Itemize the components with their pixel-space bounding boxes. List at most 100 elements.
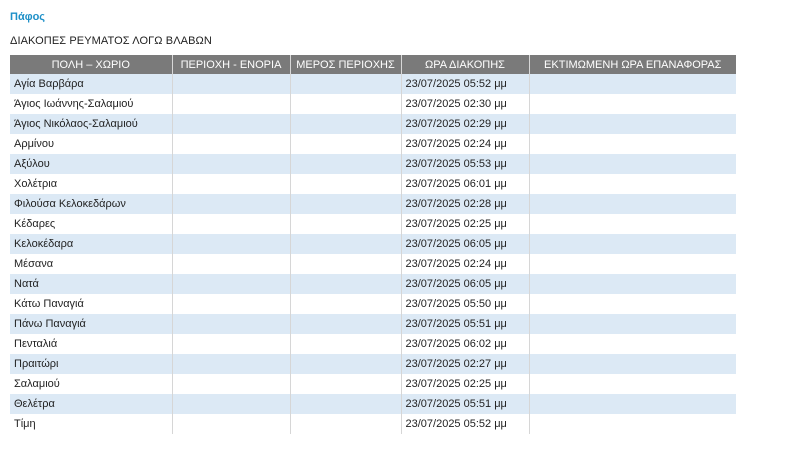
cell-village: Αρμίνου (10, 134, 173, 154)
cell-village: Αξύλου (10, 154, 173, 174)
cell-restore-time (529, 74, 736, 94)
cell-restore-time (529, 414, 736, 434)
cell-restore-time (529, 174, 736, 194)
cell-part (290, 354, 402, 374)
cell-restore-time (529, 234, 736, 254)
table-header: ΠΟΛΗ – ΧΩΡΙΟ ΠΕΡΙΟΧΗ - ΕΝΟΡΙΑ ΜΕΡΟΣ ΠΕΡΙ… (10, 55, 736, 74)
cell-outage-time: 23/07/2025 02:29 μμ (401, 114, 530, 134)
cell-area (172, 314, 291, 334)
table-row: Σαλαμιού 23/07/2025 02:25 μμ (10, 374, 736, 394)
table-row: Κελοκέδαρα 23/07/2025 06:05 μμ (10, 234, 736, 254)
cell-part (290, 294, 402, 314)
cell-outage-time: 23/07/2025 02:24 μμ (401, 254, 530, 274)
cell-outage-time: 23/07/2025 02:24 μμ (401, 134, 530, 154)
cell-village: Κέδαρες (10, 214, 173, 234)
cell-restore-time (529, 114, 736, 134)
cell-part (290, 394, 402, 414)
cell-part (290, 154, 402, 174)
region-link[interactable]: Πάφος (10, 11, 45, 23)
cell-village: Πραιτώρι (10, 354, 173, 374)
table-row: Πάνω Παναγιά 23/07/2025 05:51 μμ (10, 314, 736, 334)
cell-area (172, 174, 291, 194)
cell-village: Άγιος Ιωάννης-Σαλαμιού (10, 94, 173, 114)
table-row: Αγία Βαρβάρα 23/07/2025 05:52 μμ (10, 74, 736, 94)
table-row: Μέσανα 23/07/2025 02:24 μμ (10, 254, 736, 274)
table-row: Νατά 23/07/2025 06:05 μμ (10, 274, 736, 294)
cell-outage-time: 23/07/2025 05:52 μμ (401, 74, 530, 94)
table-row: Κάτω Παναγιά 23/07/2025 05:50 μμ (10, 294, 736, 314)
cell-village: Άγιος Νικόλαος-Σαλαμιού (10, 114, 173, 134)
cell-village: Πάνω Παναγιά (10, 314, 173, 334)
table-row: Άγιος Ιωάννης-Σαλαμιού 23/07/2025 02:30 μ… (10, 94, 736, 114)
cell-part (290, 274, 402, 294)
table-row: Τίμη 23/07/2025 05:52 μμ (10, 414, 736, 434)
cell-outage-time: 23/07/2025 05:53 μμ (401, 154, 530, 174)
cell-restore-time (529, 374, 736, 394)
table-body: Αγία Βαρβάρα 23/07/2025 05:52 μμ Άγιος Ιωά… (10, 74, 736, 434)
cell-restore-time (529, 314, 736, 334)
column-header-area: ΠΕΡΙΟΧΗ - ΕΝΟΡΙΑ (172, 55, 291, 74)
cell-area (172, 154, 291, 174)
cell-village: Φιλούσα Κελοκεδάρων (10, 194, 173, 214)
cell-outage-time: 23/07/2025 02:25 μμ (401, 214, 530, 234)
cell-area (172, 274, 291, 294)
cell-area (172, 194, 291, 214)
outages-table: ΠΟΛΗ – ΧΩΡΙΟ ΠΕΡΙΟΧΗ - ΕΝΟΡΙΑ ΜΕΡΟΣ ΠΕΡΙ… (10, 55, 736, 434)
cell-outage-time: 23/07/2025 06:05 μμ (401, 234, 530, 254)
cell-part (290, 414, 402, 434)
cell-restore-time (529, 194, 736, 214)
cell-part (290, 214, 402, 234)
cell-outage-time: 23/07/2025 02:25 μμ (401, 374, 530, 394)
cell-part (290, 334, 402, 354)
cell-outage-time: 23/07/2025 06:01 μμ (401, 174, 530, 194)
cell-area (172, 254, 291, 274)
table-row: Πενταλιά 23/07/2025 06:02 μμ (10, 334, 736, 354)
cell-part (290, 174, 402, 194)
column-header-outage-time: ΩΡΑ ΔΙΑΚΟΠΗΣ (401, 55, 530, 74)
page-heading: ΔΙΑΚΟΠΕΣ ΡΕΥΜΑΤΟΣ ΛΟΓΩ ΒΛΑΒΩΝ (10, 35, 212, 47)
cell-outage-time: 23/07/2025 02:27 μμ (401, 354, 530, 374)
cell-outage-time: 23/07/2025 05:52 μμ (401, 414, 530, 434)
cell-outage-time: 23/07/2025 05:51 μμ (401, 394, 530, 414)
cell-area (172, 294, 291, 314)
table-row: Θελέτρα 23/07/2025 05:51 μμ (10, 394, 736, 414)
cell-part (290, 94, 402, 114)
table-row: Φιλούσα Κελοκεδάρων 23/07/2025 02:28 μμ (10, 194, 736, 214)
cell-village: Τίμη (10, 414, 173, 434)
cell-part (290, 74, 402, 94)
cell-outage-time: 23/07/2025 02:30 μμ (401, 94, 530, 114)
cell-restore-time (529, 214, 736, 234)
cell-part (290, 374, 402, 394)
cell-outage-time: 23/07/2025 05:51 μμ (401, 314, 530, 334)
cell-village: Χολέτρια (10, 174, 173, 194)
cell-village: Κελοκέδαρα (10, 234, 173, 254)
cell-area (172, 394, 291, 414)
cell-outage-time: 23/07/2025 05:50 μμ (401, 294, 530, 314)
cell-area (172, 114, 291, 134)
cell-area (172, 134, 291, 154)
cell-restore-time (529, 354, 736, 374)
cell-area (172, 334, 291, 354)
cell-area (172, 234, 291, 254)
cell-restore-time (529, 274, 736, 294)
table-row: Κέδαρες 23/07/2025 02:25 μμ (10, 214, 736, 234)
cell-restore-time (529, 94, 736, 114)
cell-part (290, 314, 402, 334)
cell-village: Θελέτρα (10, 394, 173, 414)
cell-area (172, 214, 291, 234)
cell-restore-time (529, 254, 736, 274)
table-row: Χολέτρια 23/07/2025 06:01 μμ (10, 174, 736, 194)
cell-outage-time: 23/07/2025 06:05 μμ (401, 274, 530, 294)
cell-part (290, 254, 402, 274)
cell-part (290, 114, 402, 134)
cell-part (290, 234, 402, 254)
cell-village: Νατά (10, 274, 173, 294)
cell-village: Κάτω Παναγιά (10, 294, 173, 314)
cell-village: Σαλαμιού (10, 374, 173, 394)
header-row: ΠΟΛΗ – ΧΩΡΙΟ ΠΕΡΙΟΧΗ - ΕΝΟΡΙΑ ΜΕΡΟΣ ΠΕΡΙ… (10, 55, 736, 74)
cell-area (172, 74, 291, 94)
column-header-part: ΜΕΡΟΣ ΠΕΡΙΟΧΗΣ (290, 55, 402, 74)
cell-village: Μέσανα (10, 254, 173, 274)
column-header-village: ΠΟΛΗ – ΧΩΡΙΟ (10, 55, 173, 74)
cell-restore-time (529, 334, 736, 354)
